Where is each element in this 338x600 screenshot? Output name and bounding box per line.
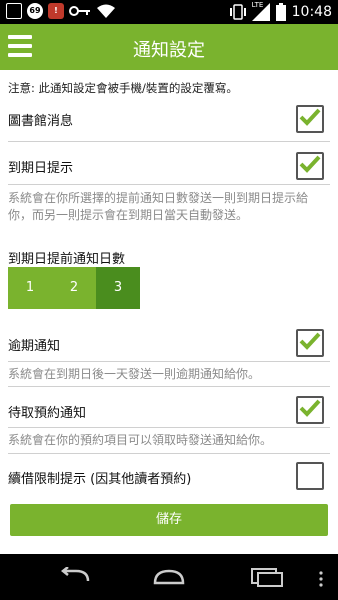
- app-bar: 通知設定: [0, 24, 338, 70]
- clock: 10:48: [291, 4, 332, 20]
- alert-icon: !: [48, 3, 64, 19]
- divider: [8, 427, 330, 428]
- day-option-2[interactable]: 2: [52, 267, 96, 309]
- checkbox-library-news[interactable]: [296, 105, 324, 133]
- setting-label-hold-pickup: 待取預約通知: [8, 406, 87, 421]
- divider: [8, 386, 330, 387]
- battery-icon: [275, 3, 286, 21]
- setting-desc-hold-pickup: 系統會在你的預約項目可以領取時發送通知給你。: [8, 433, 273, 447]
- checkbox-due-reminder[interactable]: [296, 152, 324, 180]
- setting-desc-overdue: 系統會在到期日後一天發送一則逾期通知給你。: [8, 367, 261, 381]
- checkbox-overdue[interactable]: [296, 329, 324, 357]
- setting-label-due-reminder: 到期日提示: [8, 161, 74, 176]
- divider: [8, 184, 330, 185]
- day-option-3[interactable]: 3: [96, 267, 140, 309]
- divider: [8, 361, 330, 362]
- vibrate-icon: [229, 4, 246, 20]
- recent-apps-icon[interactable]: [250, 567, 284, 587]
- day-option-1[interactable]: 1: [8, 267, 52, 309]
- checkmark-icon: [299, 108, 321, 126]
- home-icon[interactable]: [152, 567, 186, 587]
- checkbox-renewal-limit[interactable]: [296, 462, 324, 490]
- overflow-menu-icon[interactable]: [318, 571, 324, 587]
- notification-count-icon: 69: [27, 3, 43, 19]
- wifi-icon: [97, 4, 115, 18]
- save-button[interactable]: 儲存: [10, 504, 328, 536]
- status-bar: 69 ! LTE 10:48: [0, 0, 338, 24]
- days-selector: 1 2 3: [8, 267, 140, 309]
- setting-label-overdue: 逾期通知: [8, 339, 61, 354]
- setting-label-renewal-limit: 續借限制提示 (因其他讀者預約): [8, 472, 192, 487]
- checkmark-icon: [299, 332, 321, 350]
- page-title: 通知設定: [133, 40, 205, 61]
- checkbox-hold-pickup[interactable]: [296, 396, 324, 424]
- days-selector-label: 到期日提前通知日數: [8, 252, 126, 267]
- system-nav-bar: [0, 554, 338, 600]
- checkmark-icon: [299, 155, 321, 173]
- divider: [8, 453, 330, 454]
- key-icon: [69, 6, 90, 16]
- setting-desc-due-reminder: 系統會在你所選擇的提前通知日數發送一則到期日提示給你，而另一則提示會在到期日當天…: [8, 191, 309, 222]
- sim-icon: [6, 3, 22, 19]
- notice-text: 注意: 此通知設定會被手機/裝置的設定覆寫。: [8, 81, 238, 95]
- back-icon[interactable]: [58, 567, 92, 587]
- setting-label-library-news: 圖書館消息: [8, 114, 74, 129]
- signal-icon: LTE: [251, 1, 270, 21]
- divider: [8, 141, 330, 142]
- checkmark-icon: [299, 399, 321, 417]
